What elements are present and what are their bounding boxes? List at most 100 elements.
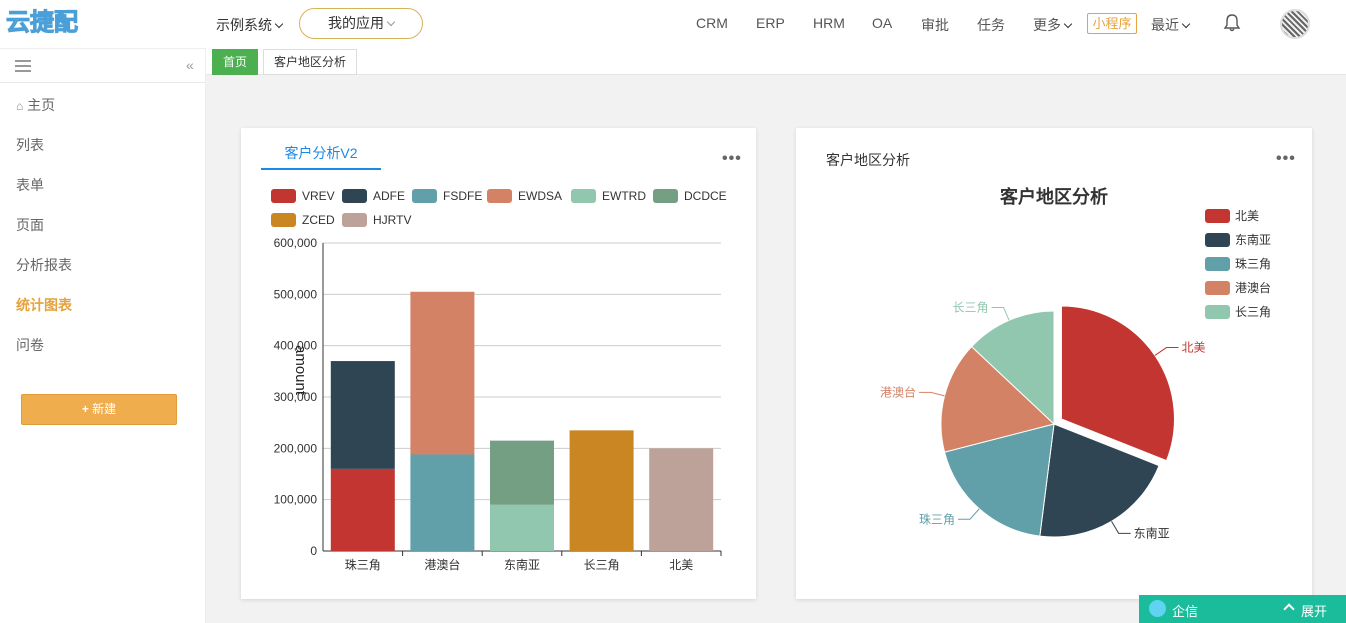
legend-swatch[interactable]: [412, 189, 437, 203]
legend-swatch[interactable]: [1205, 209, 1230, 223]
label-leader-line: [958, 508, 980, 520]
legend-label[interactable]: 港澳台: [1235, 280, 1271, 295]
nav-more[interactable]: 更多: [1033, 15, 1073, 35]
plus-icon: +: [81, 402, 89, 416]
legend-swatch[interactable]: [1205, 281, 1230, 295]
nav-hrm[interactable]: HRM: [813, 15, 845, 31]
main-content: 客户分析V2 ••• VREV ADFE FSDFE EWDSA EWTRD DCDCE Z…: [206, 75, 1346, 623]
tab-home[interactable]: 首页: [212, 49, 259, 75]
label-leader-line: [918, 391, 945, 397]
sidebar-item-label: 主页: [27, 97, 56, 113]
y-tick-label: 500,000: [274, 287, 318, 301]
chevron-down-icon: [386, 17, 396, 27]
legend-label[interactable]: VREV: [302, 189, 335, 203]
bar-chart: VREV ADFE FSDFE EWDSA EWTRD DCDCE ZCED HJRTV 0 10…: [271, 189, 727, 572]
nav-more-label: 更多: [1033, 17, 1061, 33]
slice-label: 长三角: [953, 300, 989, 314]
slice-label: 东南亚: [1134, 525, 1170, 540]
legend-label[interactable]: ZCED: [302, 213, 335, 227]
legend-swatch[interactable]: [1205, 305, 1230, 319]
y-tick-label: 0: [310, 544, 317, 558]
new-button-label: 新建: [92, 402, 117, 416]
sidebar-item-page[interactable]: 页面: [0, 205, 205, 245]
pie-chart-card: 客户地区分析 ••• 客户地区分析 北美 东南亚 珠三角 港澳台 长三角 北美 东南亚 珠三角港…: [796, 128, 1312, 599]
legend-label[interactable]: 长三角: [1235, 305, 1271, 319]
bar-segment[interactable]: [410, 454, 475, 551]
y-axis-label: amount: [292, 345, 309, 396]
my-apps-button[interactable]: 我的应用: [299, 8, 423, 39]
sidebar-item-home[interactable]: ⌂ 主页: [0, 85, 205, 125]
x-tick-label: 港澳台: [424, 557, 460, 572]
legend-label[interactable]: HJRTV: [373, 213, 411, 227]
bar-segment[interactable]: [330, 468, 395, 551]
chevron-down-icon: [1063, 19, 1073, 29]
legend-swatch[interactable]: [271, 213, 296, 227]
x-tick-label: 东南亚: [504, 557, 540, 572]
user-avatar[interactable]: [1280, 9, 1310, 39]
y-tick-label: 600,000: [274, 236, 318, 250]
chat-widget[interactable]: 企信 展开: [1139, 595, 1346, 623]
pie-title: 客户地区分析: [1000, 186, 1108, 207]
system-menu-label: 示例系统: [216, 17, 272, 33]
label-leader-line: [991, 306, 1010, 321]
legend-swatch[interactable]: [571, 189, 596, 203]
top-bar: 云捷配 示例系统 我的应用 CRM ERP HRM OA 审批 任务 更多 小程…: [0, 0, 1346, 48]
nav-crm[interactable]: CRM: [696, 15, 728, 31]
nav-erp[interactable]: ERP: [756, 15, 785, 31]
my-apps-label: 我的应用: [328, 15, 384, 31]
slice-label: 北美: [1181, 341, 1205, 355]
legend-swatch[interactable]: [342, 213, 367, 227]
y-tick-label: 200,000: [274, 441, 318, 455]
sidebar-item-reports[interactable]: 分析报表: [0, 245, 205, 285]
bar-segment[interactable]: [569, 430, 634, 551]
tab-customer-region[interactable]: 客户地区分析: [263, 49, 358, 75]
legend-label[interactable]: EWTRD: [602, 189, 646, 203]
nav-oa[interactable]: OA: [872, 15, 892, 31]
nav-tasks[interactable]: 任务: [977, 15, 1005, 35]
legend-swatch[interactable]: [271, 189, 296, 203]
chevron-down-icon: [274, 19, 284, 29]
expand-button[interactable]: 展开: [1301, 601, 1327, 620]
system-menu[interactable]: 示例系统: [216, 15, 284, 35]
legend-label[interactable]: EWDSA: [518, 189, 562, 203]
x-tick-label: 长三角: [584, 558, 620, 572]
app-logo[interactable]: 云捷配: [6, 5, 90, 37]
chat-label: 企信: [1172, 604, 1199, 619]
legend-label[interactable]: 东南亚: [1235, 232, 1271, 247]
bar-segment[interactable]: [330, 361, 395, 469]
chevron-down-icon: [1181, 19, 1191, 29]
bar-segment[interactable]: [410, 291, 475, 455]
sidebar-item-survey[interactable]: 问卷: [0, 325, 205, 365]
legend-label[interactable]: ADFE: [373, 189, 405, 203]
new-button[interactable]: + 新建: [21, 394, 177, 425]
nav-approval[interactable]: 审批: [921, 15, 949, 35]
recent-menu[interactable]: 最近: [1151, 15, 1191, 35]
slice-label: 珠三角: [919, 512, 955, 526]
bell-icon[interactable]: [1222, 13, 1242, 33]
legend-label[interactable]: 北美: [1235, 209, 1259, 223]
bar-segment[interactable]: [649, 448, 714, 551]
legend-swatch[interactable]: [342, 189, 367, 203]
bar-segment[interactable]: [490, 504, 554, 551]
legend-swatch[interactable]: [1205, 233, 1230, 247]
page-tabs: 首页 客户地区分析: [206, 48, 1346, 75]
logo-text: 云捷配: [6, 9, 78, 36]
legend-swatch[interactable]: [653, 189, 678, 203]
sidebar-item-form[interactable]: 表单: [0, 165, 205, 205]
legend-swatch[interactable]: [487, 189, 512, 203]
bar-segment[interactable]: [490, 440, 554, 505]
label-leader-line: [1154, 347, 1179, 356]
sidebar-item-charts[interactable]: 统计图表: [0, 285, 205, 325]
pie-chart: 客户地区分析北美东南亚珠三角港澳台长三角北美东南亚珠三角港澳台长三角: [880, 186, 1271, 540]
sidebar-item-list[interactable]: 列表: [0, 125, 205, 165]
x-tick-label: 珠三角: [345, 558, 381, 572]
home-icon: ⌂: [16, 99, 24, 113]
chat-icon: [1149, 600, 1166, 617]
legend-label[interactable]: DCDCE: [684, 189, 727, 203]
menu-icon[interactable]: [15, 60, 31, 75]
mini-program-button[interactable]: 小程序: [1087, 13, 1137, 34]
collapse-icon[interactable]: «: [186, 57, 194, 73]
legend-swatch[interactable]: [1205, 257, 1230, 271]
legend-label[interactable]: FSDFE: [443, 189, 482, 203]
legend-label[interactable]: 珠三角: [1235, 257, 1271, 271]
